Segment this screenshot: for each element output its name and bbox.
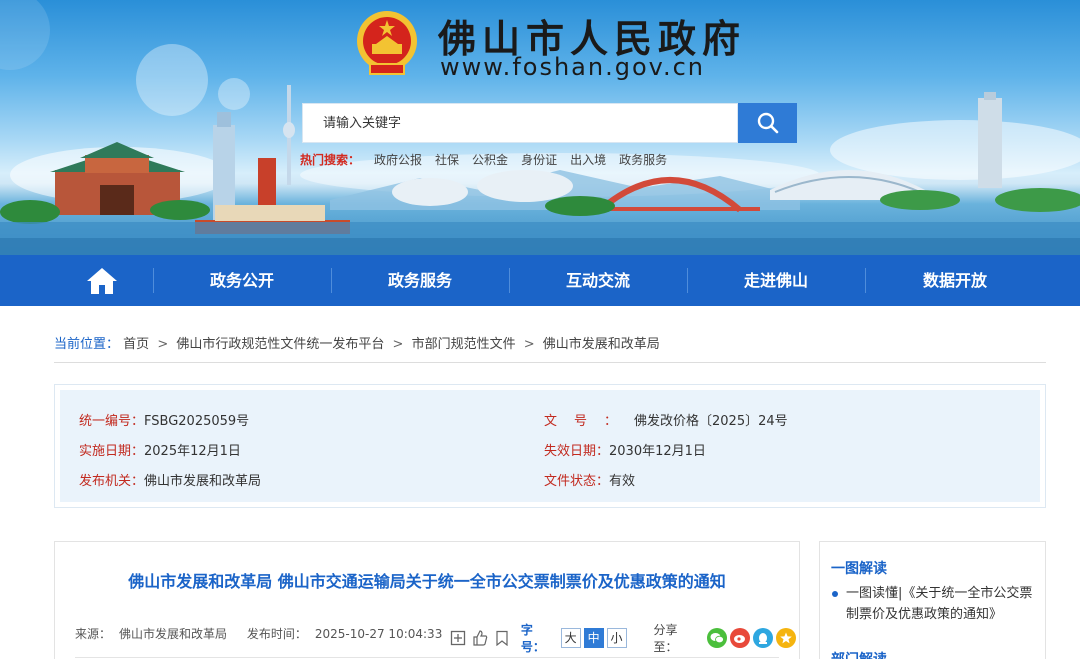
meta-serial-value: FSBG2025059号 — [144, 414, 250, 429]
article-meta: 来源： 佛山市发展和改革局 发布时间： 2025-10-27 10:04:33 — [75, 625, 458, 642]
article-time: 发布时间： 2025-10-27 10:04:33 — [247, 627, 450, 641]
article-panel: 佛山市发展和改革局 佛山市交通运输局关于统一全市公交票制票价及优惠政策的通知 来… — [54, 541, 800, 659]
sidebar-interpretation: 一图解读 一图读懂|《关于统一全市公交票制票价及优惠政策的通知》 部门解读 — [819, 541, 1046, 659]
meta-doc-number: 文号：佛发改价格〔2025〕24号 — [544, 410, 788, 429]
header-banner: 佛山市人民政府 www.foshan.gov.cn 热门搜索： 政府公报 社保 … — [0, 0, 1080, 255]
article-source-value: 佛山市发展和改革局 — [119, 627, 228, 641]
sidebar-item-infographic-link[interactable]: 一图读懂|《关于统一全市公交票制票价及优惠政策的通知》 — [832, 583, 1037, 625]
breadcrumb-separator: > — [392, 337, 404, 352]
wechat-icon[interactable] — [707, 628, 728, 648]
search-input[interactable] — [303, 104, 737, 142]
nav-item-interaction[interactable]: 互动交流 — [513, 255, 683, 306]
meta-effective-value: 2025年12月1日 — [144, 444, 241, 459]
meta-expire-value: 2030年12月1日 — [609, 444, 706, 459]
collect-icon[interactable] — [493, 629, 511, 647]
home-icon[interactable] — [86, 266, 118, 296]
like-icon[interactable] — [471, 629, 489, 647]
breadcrumb-divider — [54, 362, 1046, 363]
font-size-medium-button[interactable]: 中 — [583, 628, 604, 648]
breadcrumb-separator: > — [523, 337, 535, 352]
sidebar-heading-department: 部门解读 — [831, 649, 887, 659]
breadcrumb: 当前位置： 首页 > 佛山市行政规范性文件统一发布平台 > 市部门规范性文件 >… — [54, 333, 660, 352]
meta-status-label: 文件状态： — [544, 474, 610, 489]
hot-search-label: 热门搜索： — [300, 153, 361, 167]
meta-issuer: 发布机关：佛山市发展和改革局 — [79, 470, 261, 489]
nav-item-gov-affairs-open[interactable]: 政务公开 — [157, 255, 327, 306]
meta-expire-label: 失效日期： — [544, 444, 610, 459]
nav-item-about-foshan[interactable]: 走进佛山 — [691, 255, 861, 306]
article-time-label: 发布时间： — [246, 627, 307, 641]
breadcrumb-separator: > — [157, 337, 169, 352]
nav-divider — [865, 268, 866, 293]
hot-keyword-link[interactable]: 政府公报 — [374, 151, 422, 168]
breadcrumb-item-platform[interactable]: 佛山市行政规范性文件统一发布平台 — [176, 337, 384, 352]
article-tools: 字号： 大 中 小 分享至： — [449, 621, 799, 655]
article-source-label: 来源： — [75, 627, 112, 641]
font-size-label: 字号： — [520, 623, 545, 654]
share-label: 分享至： — [653, 623, 678, 654]
nav-item-open-data[interactable]: 数据开放 — [870, 255, 1040, 306]
meta-doc-number-value: 佛发改价格〔2025〕24号 — [634, 414, 788, 429]
meta-effective-label: 实施日期： — [79, 444, 145, 459]
main-nav: 政务公开 政务服务 互动交流 走进佛山 数据开放 — [0, 255, 1080, 306]
meta-effective-date: 实施日期：2025年12月1日 — [79, 440, 241, 459]
breadcrumb-item-department-docs[interactable]: 市部门规范性文件 — [412, 337, 516, 352]
hot-keyword-link[interactable]: 社保 — [435, 151, 459, 168]
nav-divider — [687, 268, 688, 293]
nav-divider — [153, 268, 154, 293]
font-size-large-button[interactable]: 大 — [560, 628, 581, 648]
search-icon — [757, 112, 778, 134]
meta-status: 文件状态：有效 — [544, 470, 635, 489]
qq-icon[interactable] — [753, 628, 774, 648]
nav-divider — [509, 268, 510, 293]
article-divider — [75, 657, 779, 658]
meta-expire-date: 失效日期：2030年12月1日 — [544, 440, 706, 459]
breadcrumb-item-bureau[interactable]: 佛山市发展和改革局 — [543, 337, 660, 352]
meta-doc-number-label: 文号： — [544, 414, 635, 429]
hot-keyword-link[interactable]: 身份证 — [521, 151, 557, 168]
article-source: 来源： 佛山市发展和改革局 — [75, 627, 235, 641]
hot-keyword-link[interactable]: 出入境 — [570, 151, 606, 168]
search-box — [302, 103, 738, 143]
meta-serial-label: 统一编号： — [79, 414, 145, 429]
article-time-value: 2025-10-27 10:04:33 — [314, 627, 443, 641]
sidebar-heading-infographic: 一图解读 — [831, 561, 887, 577]
breadcrumb-label: 当前位置： — [54, 337, 120, 352]
font-size-small-button[interactable]: 小 — [606, 628, 627, 648]
nav-divider — [331, 268, 332, 293]
search-button[interactable] — [738, 103, 797, 143]
nav-item-gov-services[interactable]: 政务服务 — [335, 255, 505, 306]
meta-issuer-label: 发布机关： — [79, 474, 145, 489]
hot-keyword-link[interactable]: 公积金 — [472, 151, 508, 168]
meta-serial: 统一编号：FSBG2025059号 — [79, 410, 249, 429]
meta-issuer-value: 佛山市发展和改革局 — [144, 474, 262, 489]
site-url: www.foshan.gov.cn — [440, 53, 705, 81]
print-icon[interactable] — [449, 629, 467, 647]
qzone-icon[interactable] — [776, 628, 797, 648]
breadcrumb-item-home[interactable]: 首页 — [123, 337, 149, 352]
article-title: 佛山市发展和改革局 佛山市交通运输局关于统一全市公交票制票价及优惠政策的通知 — [128, 572, 726, 591]
document-meta-panel: 统一编号：FSBG2025059号 文号：佛发改价格〔2025〕24号 实施日期… — [54, 384, 1046, 508]
hot-keyword-link[interactable]: 政务服务 — [619, 151, 667, 168]
national-emblem-icon — [357, 11, 417, 75]
meta-status-value: 有效 — [609, 474, 636, 489]
hot-search: 热门搜索： 政府公报 社保 公积金 身份证 出入境 政务服务 — [300, 151, 680, 168]
weibo-icon[interactable] — [730, 628, 751, 648]
